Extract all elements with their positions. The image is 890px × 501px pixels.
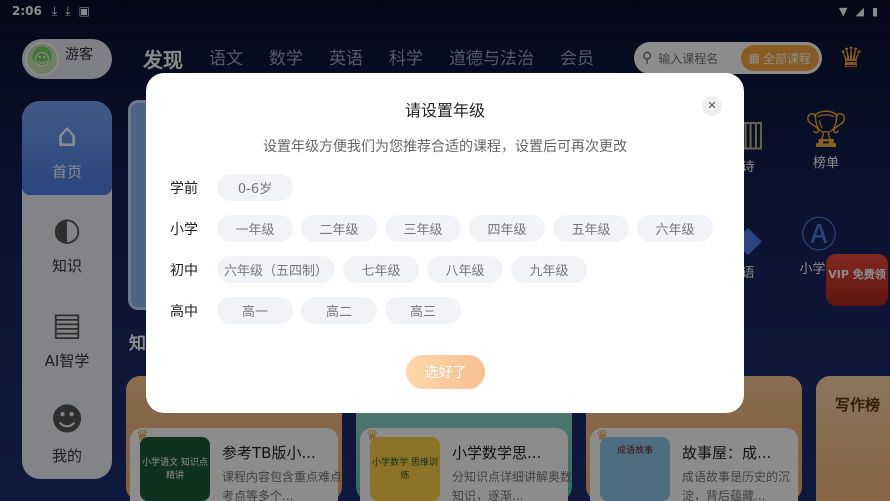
- grade-option[interactable]: 0-6岁: [217, 174, 293, 201]
- grade-option[interactable]: 七年级: [343, 256, 419, 283]
- grade-row-senior: 高中 高一 高二 高三: [170, 297, 469, 324]
- grade-row-label: 小学: [170, 221, 198, 238]
- grade-option[interactable]: 高二: [301, 297, 377, 324]
- grade-option[interactable]: 九年级: [511, 256, 587, 283]
- dialog-subtitle: 设置年级方便我们为您推荐合适的课程，设置后可再次更改: [263, 139, 627, 155]
- grade-row-junior: 初中 六年级（五四制） 七年级 八年级 九年级: [170, 256, 595, 283]
- close-icon[interactable]: ✕: [702, 96, 722, 116]
- grade-row-label: 学前: [170, 180, 198, 197]
- grade-option[interactable]: 一年级: [217, 215, 293, 242]
- grade-row-label: 初中: [170, 262, 198, 279]
- dialog-title: 请设置年级: [404, 101, 485, 120]
- grade-setting-dialog: 请设置年级 ✕ 设置年级方便我们为您推荐合适的课程，设置后可再次更改 学前 0-…: [146, 73, 744, 413]
- grade-option[interactable]: 六年级（五四制）: [217, 256, 335, 283]
- grade-option[interactable]: 高三: [385, 297, 461, 324]
- grade-row-preschool: 学前 0-6岁: [170, 174, 301, 201]
- confirm-button[interactable]: 选好了: [406, 355, 485, 389]
- grade-option[interactable]: 五年级: [553, 215, 629, 242]
- grade-option[interactable]: 六年级: [637, 215, 713, 242]
- grade-option[interactable]: 三年级: [385, 215, 461, 242]
- grade-option[interactable]: 四年级: [469, 215, 545, 242]
- grade-option[interactable]: 二年级: [301, 215, 377, 242]
- grade-row-label: 高中: [170, 303, 198, 320]
- grade-option[interactable]: 高一: [217, 297, 293, 324]
- grade-option[interactable]: 八年级: [427, 256, 503, 283]
- grade-row-primary: 小学 一年级 二年级 三年级 四年级 五年级 六年级: [170, 215, 721, 242]
